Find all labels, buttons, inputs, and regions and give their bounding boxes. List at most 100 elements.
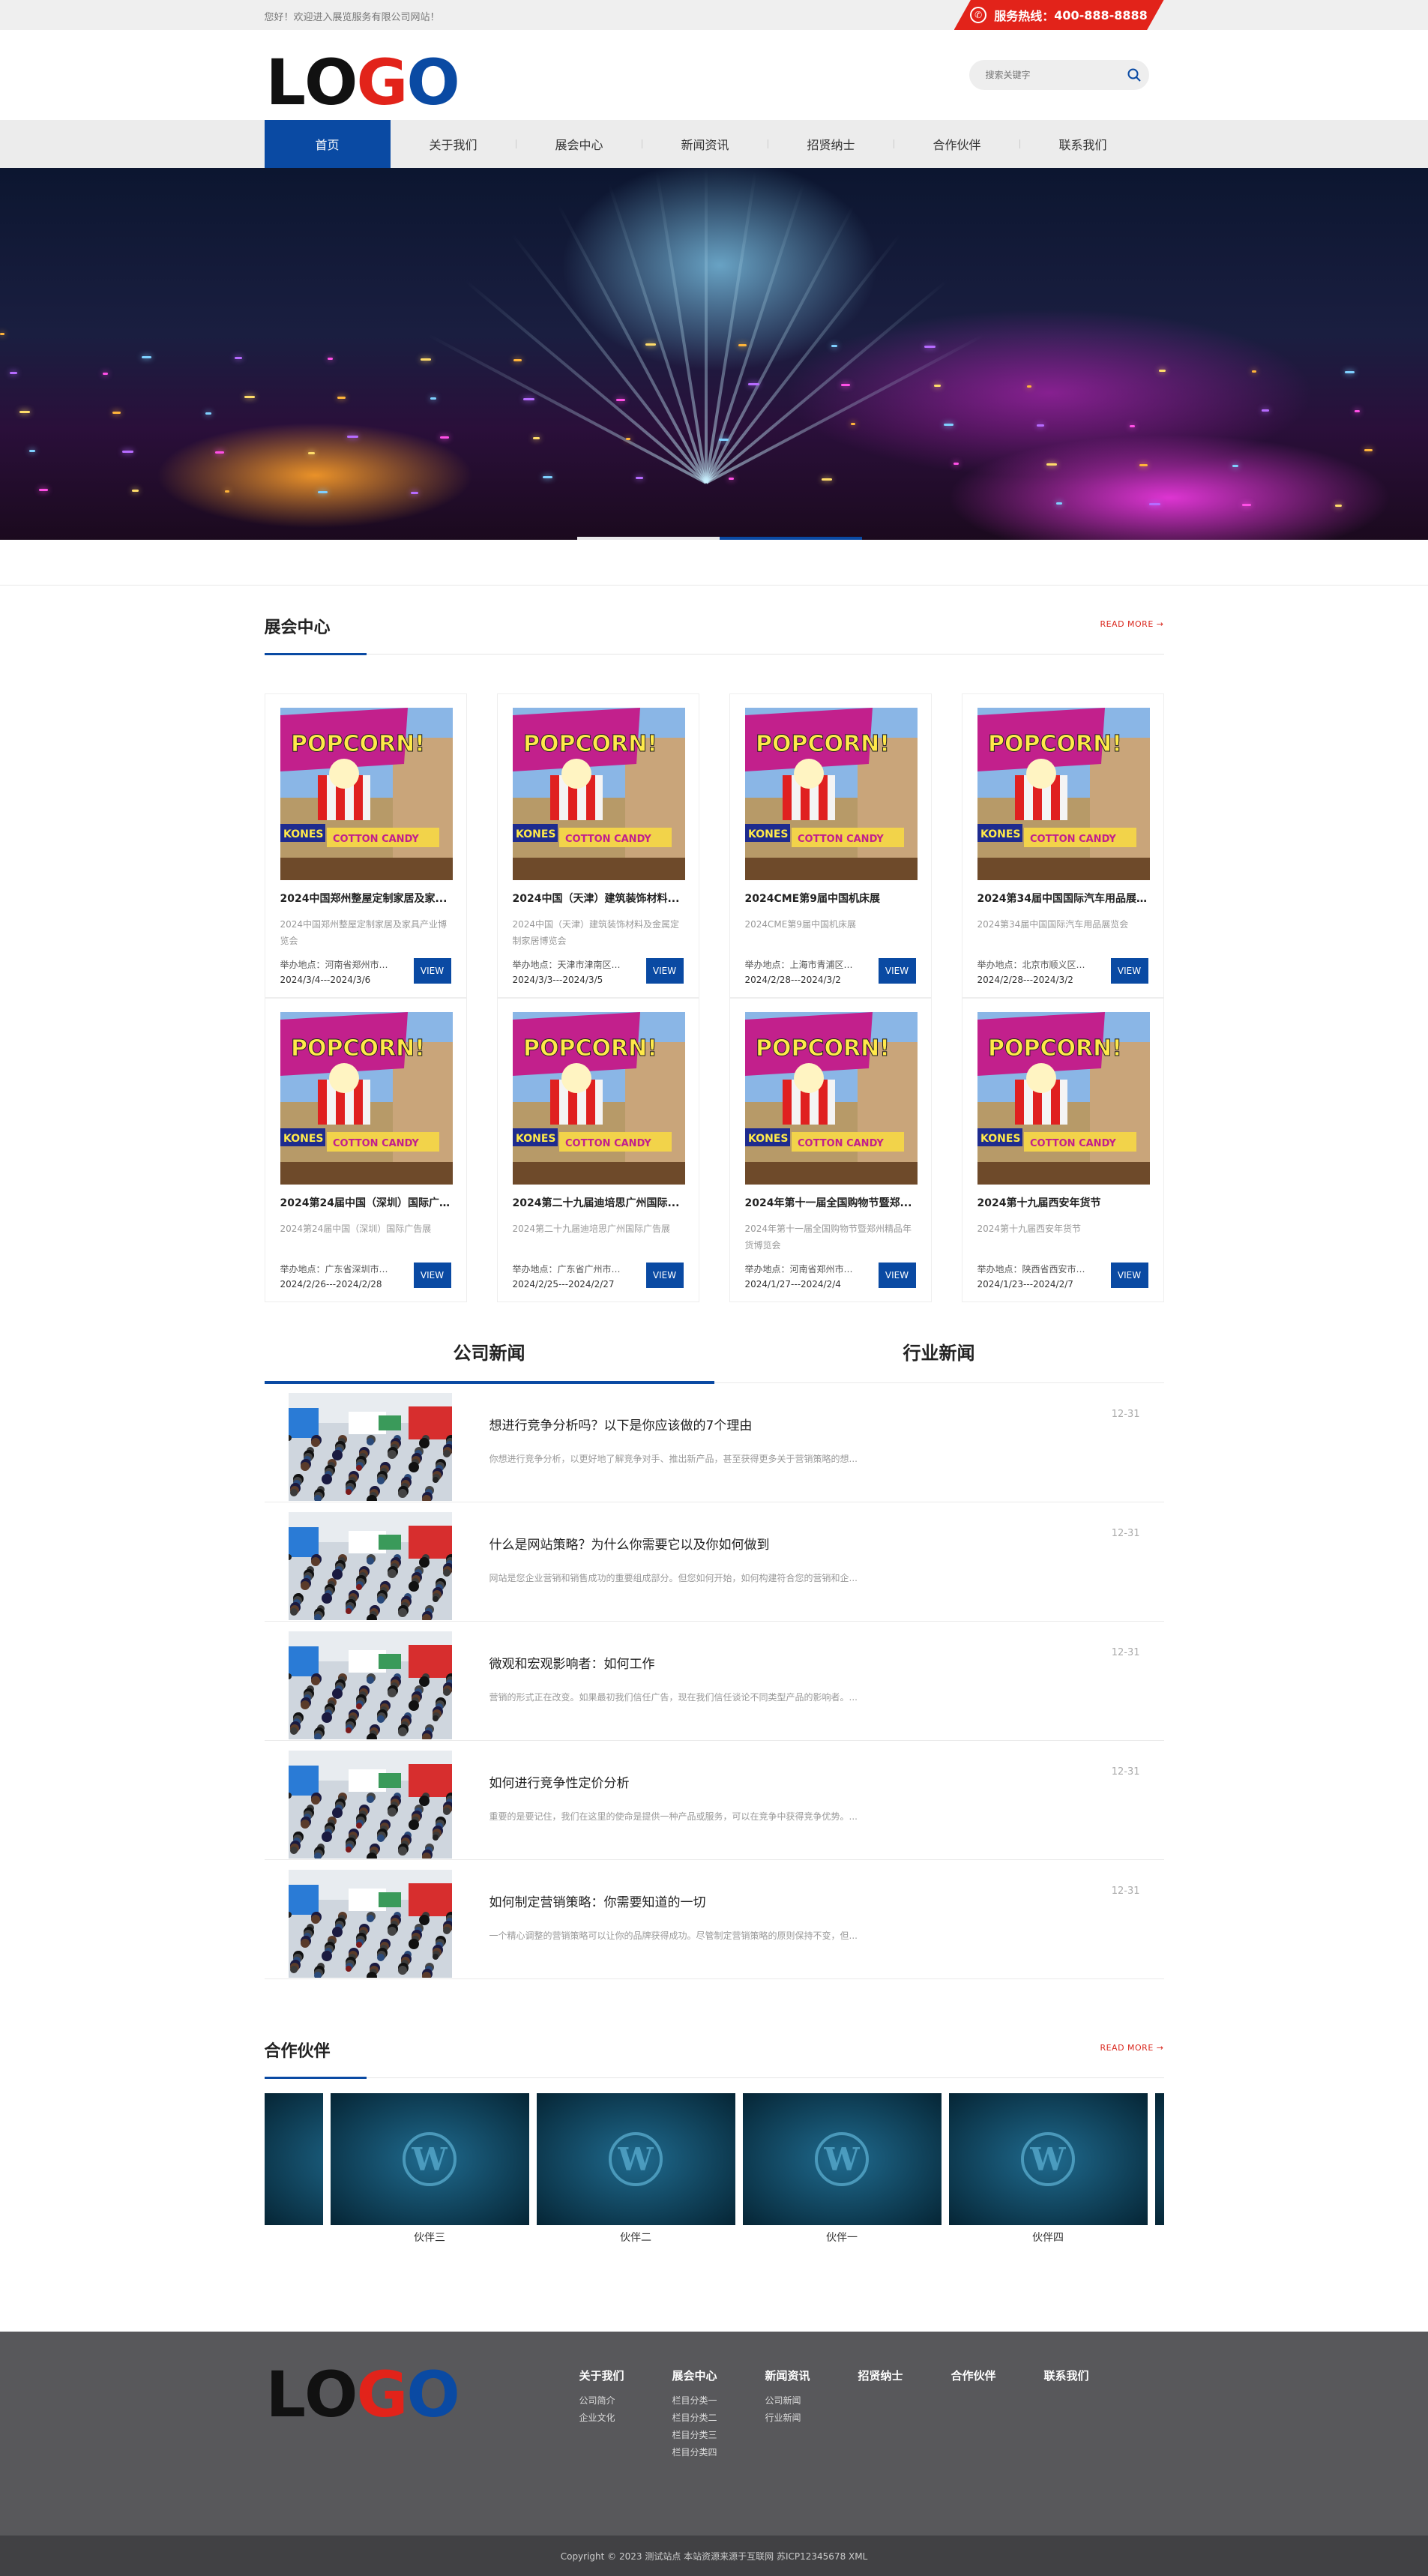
partner-card-partial[interactable]: W (1154, 2093, 1164, 2225)
search-input[interactable] (968, 70, 1119, 80)
news-title[interactable]: 如何进行竞争性定价分析 (489, 1772, 630, 1791)
footer-column-title[interactable]: 合作伙伴 (951, 2368, 1044, 2383)
expo-card[interactable]: POPCORN! KONES COTTON CANDY 2024年第十一届全国购物节暨… (729, 998, 932, 1302)
partner-image[interactable]: W (330, 2093, 529, 2225)
expo-card[interactable]: POPCORN! KONES COTTON CANDY 2024CME第9届中国机床展… (729, 693, 932, 998)
partner-name[interactable]: 伙伴三 (331, 2230, 529, 2243)
expo-card[interactable]: POPCORN! KONES COTTON CANDY 2024中国（天津）建筑装饰材… (496, 693, 699, 998)
footer-link[interactable]: 栏目分类二 (672, 2410, 765, 2427)
expo-thumb[interactable]: POPCORN! KONES COTTON CANDY (280, 708, 453, 880)
partner-image[interactable]: W (948, 2093, 1148, 2225)
news-item[interactable]: 微观和宏观影响者：如何工作 营销的形式正在改变。如果最初我们信任广告，现在我们信任… (264, 1622, 1164, 1744)
news-title[interactable]: 想进行竞争分析吗？以下是你应该做的7个理由 (489, 1415, 753, 1433)
expo-card-title[interactable]: 2024第十九届西安年货节 (977, 1195, 1148, 1210)
nav-item[interactable]: 合作伙伴 (894, 120, 1020, 168)
expo-card[interactable]: POPCORN! KONES COTTON CANDY 2024第二十九届迪培思广州国… (496, 998, 699, 1302)
footer-link[interactable]: 栏目分类三 (672, 2427, 765, 2444)
news-image[interactable] (285, 1751, 457, 1863)
partner-name[interactable]: 伙伴二 (537, 2230, 735, 2243)
footer-column-title[interactable]: 关于我们 (579, 2368, 672, 2383)
expo-card-title[interactable]: 2024第24届中国（深圳）国际广... (280, 1195, 451, 1210)
expo-card[interactable]: POPCORN! KONES COTTON CANDY 2024第十九届西安年货节 20… (961, 998, 1164, 1302)
expo-card[interactable]: POPCORN! KONES COTTON CANDY 2024中国郑州整屋定制家居及… (264, 693, 467, 998)
arrow-right-icon: → (1156, 2043, 1164, 2053)
view-button[interactable]: VIEW (413, 958, 451, 984)
news-title[interactable]: 如何制定营销策略：你需要知道的一切 (489, 1892, 706, 1910)
view-button[interactable]: VIEW (1110, 958, 1148, 984)
expo-card-title[interactable]: 2024中国郑州整屋定制家居及家... (280, 891, 451, 906)
news-image[interactable] (285, 1870, 457, 1982)
footer-column-title[interactable]: 联系我们 (1044, 2368, 1137, 2383)
footer-link[interactable]: 行业新闻 (765, 2410, 858, 2427)
expo-card-title[interactable]: 2024第34届中国国际汽车用品展... (977, 891, 1148, 906)
light-dot (244, 396, 255, 398)
expo-thumbnail: POPCORN! KONES COTTON CANDY (977, 1012, 1150, 1185)
nav-item[interactable]: 联系我们 (1020, 120, 1146, 168)
expo-card-title[interactable]: 2024CME第9届中国机床展 (745, 891, 916, 906)
view-button[interactable]: VIEW (413, 1263, 451, 1288)
expo-card-title[interactable]: 2024中国（天津）建筑装饰材料... (513, 891, 684, 906)
expo-thumb[interactable]: POPCORN! KONES COTTON CANDY (280, 1012, 453, 1185)
site-logo[interactable]: LOGO (266, 51, 460, 114)
footer-column-title[interactable]: 新闻资讯 (765, 2368, 858, 2383)
news-tab[interactable]: 公司新闻 (264, 1323, 714, 1384)
news-image[interactable] (285, 1512, 457, 1625)
footer-column-title[interactable]: 招贤纳士 (858, 2368, 951, 2383)
footer-link[interactable]: 公司新闻 (765, 2392, 858, 2410)
view-button[interactable]: VIEW (878, 1263, 916, 1288)
news-title[interactable]: 微观和宏观影响者：如何工作 (489, 1653, 655, 1672)
light-dot (738, 344, 747, 346)
footer-column-title[interactable]: 展会中心 (672, 2368, 765, 2383)
news-thumbnail (285, 1751, 457, 1863)
news-item[interactable]: 如何进行竞争性定价分析 重要的是要记住，我们在这里的使命是提供一种产品或服务，可以… (264, 1741, 1164, 1863)
expo-card-title[interactable]: 2024第二十九届迪培思广州国际... (513, 1195, 684, 1210)
expo-thumb[interactable]: POPCORN! KONES COTTON CANDY (977, 1012, 1150, 1185)
partners-read-more-link[interactable]: READ MORE → (1100, 2043, 1163, 2053)
news-title[interactable]: 什么是网站策略？为什么你需要它以及你如何做到 (489, 1534, 770, 1553)
footer-link[interactable]: 栏目分类一 (672, 2392, 765, 2410)
footer-link[interactable]: 公司简介 (579, 2392, 672, 2410)
partner-image[interactable]: W (536, 2093, 735, 2225)
expo-thumb[interactable]: POPCORN! KONES COTTON CANDY (977, 708, 1150, 880)
nav-item[interactable]: 招贤纳士 (768, 120, 894, 168)
news-item[interactable]: 什么是网站策略？为什么你需要它以及你如何做到 网站是您企业营销和销售成功的重要组成… (264, 1502, 1164, 1625)
partner-card[interactable]: W 伙伴一 (742, 2093, 942, 2243)
expo-card[interactable]: POPCORN! KONES COTTON CANDY 2024第24届中国（深圳）国… (264, 998, 467, 1302)
news-tab[interactable]: 行业新闻 (714, 1323, 1164, 1382)
partner-image[interactable]: W (742, 2093, 942, 2225)
nav-item[interactable]: 关于我们 (391, 120, 516, 168)
nav-item[interactable]: 新闻资讯 (642, 120, 768, 168)
expo-card[interactable]: POPCORN! KONES COTTON CANDY 2024第34届中国国际汽车用… (961, 693, 1164, 998)
light-dot (1159, 370, 1166, 372)
expo-thumb[interactable]: POPCORN! KONES COTTON CANDY (512, 1012, 685, 1185)
expo-thumb[interactable]: POPCORN! KONES COTTON CANDY (744, 708, 918, 880)
banner-dot-active[interactable] (720, 537, 862, 540)
footer-logo[interactable]: LOGO (266, 2363, 460, 2426)
banner-dot[interactable] (577, 537, 720, 540)
nav-item[interactable]: 首页 (264, 120, 391, 168)
search-button[interactable] (1119, 60, 1149, 90)
view-button[interactable]: VIEW (878, 958, 916, 984)
partner-name[interactable]: 伙伴四 (949, 2230, 1148, 2243)
footer-link[interactable]: 企业文化 (579, 2410, 672, 2427)
expo-read-more-link[interactable]: READ MORE → (1100, 619, 1163, 629)
nav-item[interactable]: 展会中心 (516, 120, 642, 168)
light-dot (1262, 409, 1269, 412)
expo-thumb[interactable]: POPCORN! KONES COTTON CANDY (512, 708, 685, 880)
partner-card[interactable]: W 伙伴二 (536, 2093, 735, 2243)
expo-card-title[interactable]: 2024年第十一届全国购物节暨郑... (745, 1195, 916, 1210)
partner-card[interactable]: W 伙伴三 (330, 2093, 529, 2243)
news-image[interactable] (285, 1631, 457, 1744)
hotline[interactable]: ✆ 服务热线： 400-888-8888 (953, 0, 1164, 30)
view-button[interactable]: VIEW (645, 1263, 684, 1288)
news-item[interactable]: 想进行竞争分析吗？以下是你应该做的7个理由 你想进行竞争分析，以更好地了解竞争对手… (264, 1383, 1164, 1505)
partner-card-partial[interactable]: W (264, 2093, 323, 2225)
view-button[interactable]: VIEW (645, 958, 684, 984)
footer-link[interactable]: 栏目分类四 (672, 2444, 765, 2461)
view-button[interactable]: VIEW (1110, 1263, 1148, 1288)
news-item[interactable]: 如何制定营销策略：你需要知道的一切 一个精心调整的营销策略可以让你的品牌获得成功。… (264, 1860, 1164, 1982)
news-image[interactable] (285, 1393, 457, 1505)
partner-card[interactable]: W 伙伴四 (948, 2093, 1148, 2243)
expo-thumb[interactable]: POPCORN! KONES COTTON CANDY (744, 1012, 918, 1185)
partner-name[interactable]: 伙伴一 (743, 2230, 942, 2243)
